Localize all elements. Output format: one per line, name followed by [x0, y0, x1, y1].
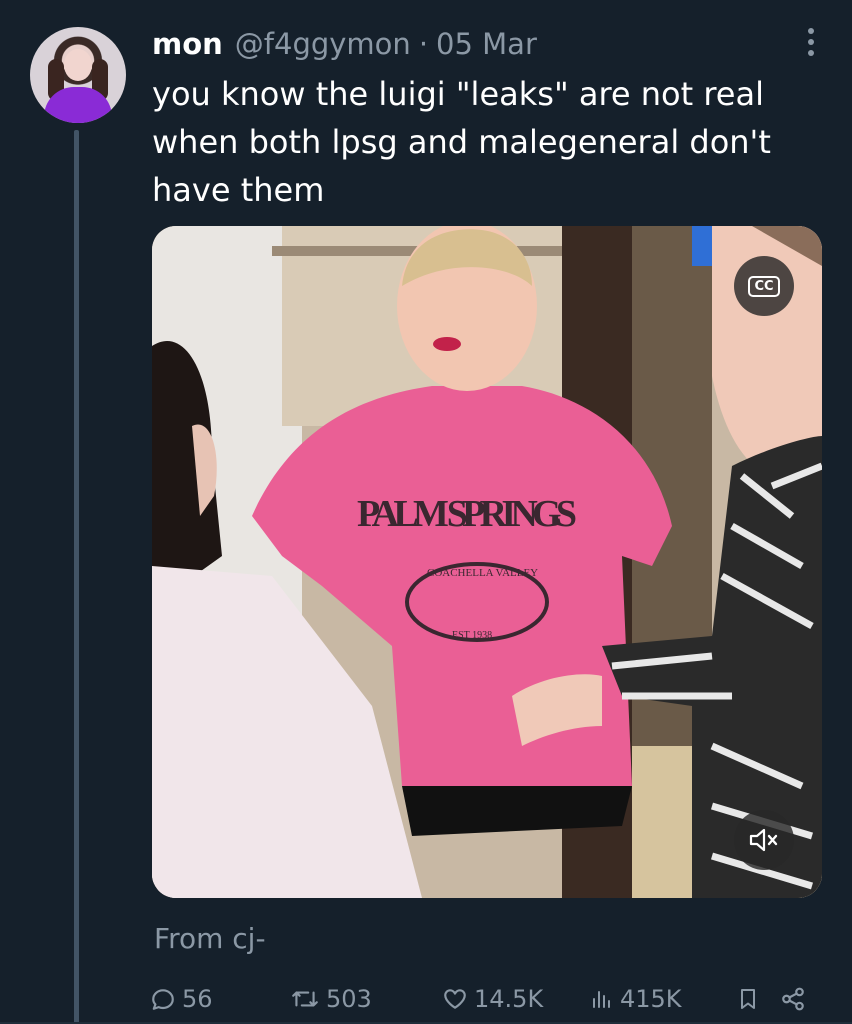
author-handle[interactable]: @f4ggymon [235, 27, 411, 61]
more-options-icon[interactable] [806, 28, 816, 62]
shirt-badge-text: COACHELLA VALLEY [427, 567, 538, 579]
tweet-header: mon @f4ggymon · 05 Mar [152, 24, 537, 64]
heart-icon [444, 989, 466, 1009]
share-icon [782, 987, 804, 1011]
reply-icon [152, 989, 174, 1010]
bookmark-button[interactable] [736, 982, 766, 1016]
tweet-video[interactable]: PALM SPRINGS COACHELLA VALLEY EST 1938 C… [152, 226, 822, 898]
reply-button[interactable]: 56 [150, 982, 213, 1016]
avatar-face [64, 49, 92, 81]
views-button[interactable]: 415K [590, 982, 682, 1016]
captions-button[interactable]: CC [734, 256, 794, 316]
views-chart-icon [593, 991, 610, 1008]
meta-separator: · [418, 27, 429, 61]
author-avatar[interactable] [30, 27, 126, 123]
muted-speaker-icon [749, 828, 778, 852]
retweet-button[interactable]: 503 [290, 982, 372, 1016]
thread-connector-line [74, 130, 79, 1024]
share-button[interactable] [780, 982, 812, 1016]
author-name[interactable]: mon [152, 27, 223, 61]
like-count: 14.5K [474, 985, 544, 1013]
retweet-count: 503 [326, 985, 372, 1013]
video-frame: PALM SPRINGS COACHELLA VALLEY EST 1938 [152, 226, 822, 898]
shirt-est-text: EST 1938 [452, 630, 492, 641]
bookmark-icon [741, 989, 755, 1009]
retweet-icon [292, 991, 318, 1007]
tweet-date[interactable]: 05 Mar [436, 27, 537, 61]
tweet-text-line-2: when both lpsg and malegeneral don't [152, 123, 771, 161]
like-button[interactable]: 14.5K [442, 982, 543, 1016]
video-attribution[interactable]: From cj- [154, 922, 266, 955]
unmute-button[interactable] [734, 810, 794, 870]
tweet-text-line-3: have them [152, 171, 325, 209]
tweet-text-line-1: you know the luigi "leaks" are not real [152, 75, 764, 113]
cc-icon: CC [748, 275, 780, 297]
tweet-action-bar: 56 503 14.5K 415K [150, 982, 820, 1016]
shirt-print-text: PALM SPRINGS [357, 493, 577, 535]
view-count: 415K [620, 985, 682, 1013]
reply-count: 56 [182, 985, 213, 1013]
tweet-text: you know the luigi "leaks" are not real … [152, 70, 812, 214]
